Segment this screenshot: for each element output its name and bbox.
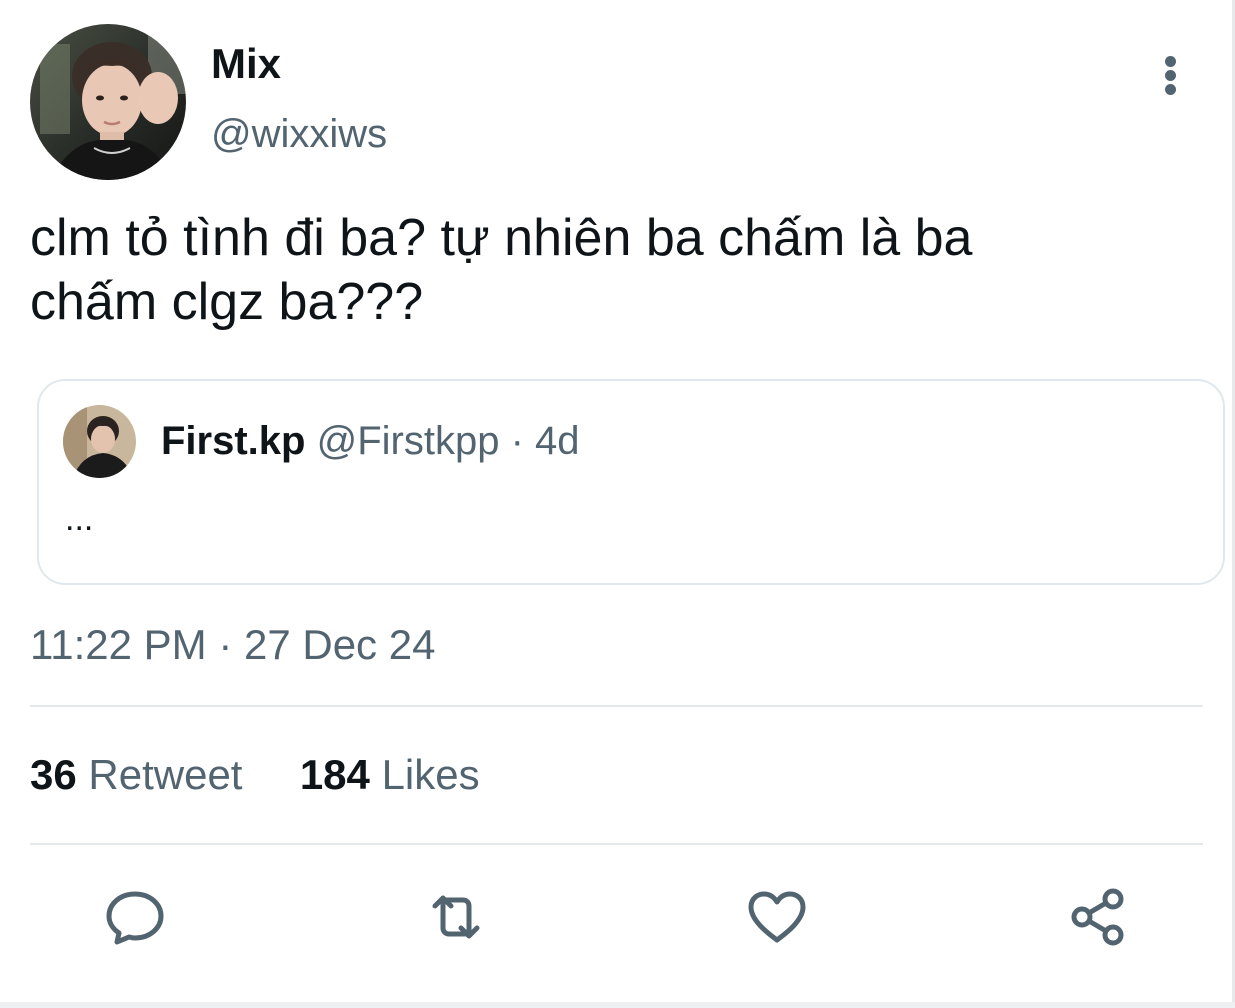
more-options-icon[interactable] (1150, 50, 1194, 100)
author-handle[interactable]: @wixxiws (211, 110, 387, 158)
divider-top (30, 705, 1203, 707)
retweet-count[interactable]: 36 (30, 751, 77, 798)
quoted-author-avatar (63, 405, 136, 478)
heart-icon (748, 891, 806, 943)
tweet-timestamp[interactable]: 11:22 PM · 27 Dec 24 (30, 620, 435, 670)
bottom-edge (0, 1002, 1235, 1008)
reply-icon (106, 891, 164, 945)
retweet-icon (432, 895, 480, 939)
quoted-tweet-header: First.kp @Firstkpp · 4d (161, 417, 580, 465)
quoted-age: 4d (535, 419, 580, 463)
divider-bottom (30, 843, 1203, 845)
quoted-display-name: First.kp (161, 419, 306, 463)
reply-button[interactable] (100, 882, 170, 952)
share-icon (1071, 888, 1124, 946)
tweet-stats: 36 Retweet 184 Likes (30, 750, 480, 800)
likes-label[interactable]: Likes (382, 751, 480, 798)
likes-count[interactable]: 184 (300, 751, 370, 798)
quoted-handle: @Firstkpp (316, 419, 500, 463)
quoted-tweet-text: ... (65, 500, 94, 538)
author-display-name[interactable]: Mix (211, 40, 281, 88)
like-button[interactable] (742, 882, 812, 952)
retweet-label[interactable]: Retweet (88, 751, 242, 798)
retweet-button[interactable] (421, 882, 491, 952)
tweet-text: clm tỏ tình đi ba? tự nhiên ba chấm là b… (30, 209, 973, 331)
quoted-tweet-card[interactable]: First.kp @Firstkpp · 4d ... (37, 379, 1225, 585)
author-avatar[interactable] (30, 24, 186, 180)
quoted-separator: · (510, 419, 524, 463)
share-button[interactable] (1064, 882, 1134, 952)
